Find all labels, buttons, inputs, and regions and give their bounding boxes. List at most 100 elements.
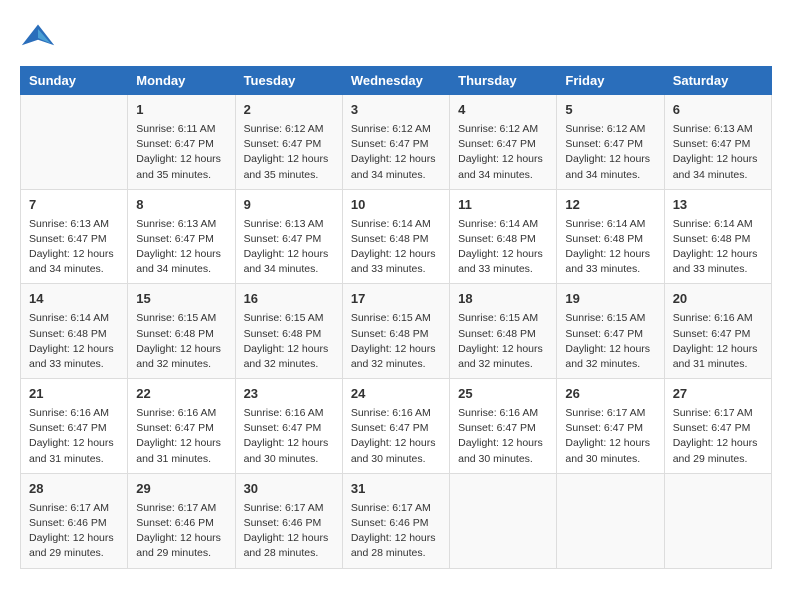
calendar-week-2: 7 Sunrise: 6:13 AM Sunset: 6:47 PM Daylig…	[21, 189, 772, 284]
day-info: Sunrise: 6:16 AM Sunset: 6:47 PM Dayligh…	[673, 311, 763, 372]
day-number: 13	[673, 196, 763, 215]
day-number: 6	[673, 101, 763, 120]
calendar-cell: 12 Sunrise: 6:14 AM Sunset: 6:48 PM Dayli…	[557, 189, 664, 284]
column-header-saturday: Saturday	[664, 67, 771, 95]
day-info: Sunrise: 6:15 AM Sunset: 6:48 PM Dayligh…	[458, 311, 548, 372]
day-number: 18	[458, 290, 548, 309]
column-header-sunday: Sunday	[21, 67, 128, 95]
day-info: Sunrise: 6:16 AM Sunset: 6:47 PM Dayligh…	[244, 406, 334, 467]
day-number: 14	[29, 290, 119, 309]
calendar-cell	[557, 473, 664, 568]
calendar-cell: 1 Sunrise: 6:11 AM Sunset: 6:47 PM Daylig…	[128, 95, 235, 190]
calendar-cell: 24 Sunrise: 6:16 AM Sunset: 6:47 PM Dayli…	[342, 379, 449, 474]
column-header-wednesday: Wednesday	[342, 67, 449, 95]
day-info: Sunrise: 6:12 AM Sunset: 6:47 PM Dayligh…	[458, 122, 548, 183]
calendar-week-3: 14 Sunrise: 6:14 AM Sunset: 6:48 PM Dayli…	[21, 284, 772, 379]
calendar-cell: 14 Sunrise: 6:14 AM Sunset: 6:48 PM Dayli…	[21, 284, 128, 379]
calendar-cell: 27Sunrise: 6:17 AM Sunset: 6:47 PM Dayli…	[664, 379, 771, 474]
day-number: 21	[29, 385, 119, 404]
calendar-cell: 6 Sunrise: 6:13 AM Sunset: 6:47 PM Daylig…	[664, 95, 771, 190]
day-number: 19	[565, 290, 655, 309]
day-info: Sunrise: 6:16 AM Sunset: 6:47 PM Dayligh…	[458, 406, 548, 467]
day-info: Sunrise: 6:16 AM Sunset: 6:47 PM Dayligh…	[136, 406, 226, 467]
calendar-cell: 4 Sunrise: 6:12 AM Sunset: 6:47 PM Daylig…	[450, 95, 557, 190]
day-number: 24	[351, 385, 441, 404]
calendar-cell: 3 Sunrise: 6:12 AM Sunset: 6:47 PM Daylig…	[342, 95, 449, 190]
day-number: 10	[351, 196, 441, 215]
calendar-cell: 21 Sunrise: 6:16 AM Sunset: 6:47 PM Dayli…	[21, 379, 128, 474]
day-info: Sunrise: 6:14 AM Sunset: 6:48 PM Dayligh…	[351, 217, 441, 278]
calendar-table: SundayMondayTuesdayWednesdayThursdayFrid…	[20, 66, 772, 569]
column-header-monday: Monday	[128, 67, 235, 95]
calendar-cell: 26 Sunrise: 6:17 AM Sunset: 6:47 PM Dayli…	[557, 379, 664, 474]
day-number: 23	[244, 385, 334, 404]
day-number: 5	[565, 101, 655, 120]
day-number: 31	[351, 480, 441, 499]
day-number: 26	[565, 385, 655, 404]
calendar-cell: 13 Sunrise: 6:14 AM Sunset: 6:48 PM Dayli…	[664, 189, 771, 284]
calendar-week-5: 28 Sunrise: 6:17 AM Sunset: 6:46 PM Dayli…	[21, 473, 772, 568]
day-number: 1	[136, 101, 226, 120]
day-number: 28	[29, 480, 119, 499]
day-info: Sunrise: 6:12 AM Sunset: 6:47 PM Dayligh…	[565, 122, 655, 183]
calendar-cell: 17 Sunrise: 6:15 AM Sunset: 6:48 PM Dayli…	[342, 284, 449, 379]
day-number: 8	[136, 196, 226, 215]
calendar-cell: 25Sunrise: 6:16 AM Sunset: 6:47 PM Dayli…	[450, 379, 557, 474]
calendar-cell: 10 Sunrise: 6:14 AM Sunset: 6:48 PM Dayli…	[342, 189, 449, 284]
day-number: 29	[136, 480, 226, 499]
day-info: Sunrise: 6:13 AM Sunset: 6:47 PM Dayligh…	[673, 122, 763, 183]
calendar-cell: 23 Sunrise: 6:16 AM Sunset: 6:47 PM Dayli…	[235, 379, 342, 474]
day-number: 27	[673, 385, 763, 404]
day-number: 9	[244, 196, 334, 215]
day-info: Sunrise: 6:14 AM Sunset: 6:48 PM Dayligh…	[29, 311, 119, 372]
column-header-tuesday: Tuesday	[235, 67, 342, 95]
day-info: Sunrise: 6:14 AM Sunset: 6:48 PM Dayligh…	[673, 217, 763, 278]
day-info: Sunrise: 6:14 AM Sunset: 6:48 PM Dayligh…	[565, 217, 655, 278]
calendar-cell: 18 Sunrise: 6:15 AM Sunset: 6:48 PM Dayli…	[450, 284, 557, 379]
day-info: Sunrise: 6:17 AM Sunset: 6:46 PM Dayligh…	[351, 501, 441, 562]
calendar-cell: 7 Sunrise: 6:13 AM Sunset: 6:47 PM Daylig…	[21, 189, 128, 284]
column-header-thursday: Thursday	[450, 67, 557, 95]
calendar-cell: 5 Sunrise: 6:12 AM Sunset: 6:47 PM Daylig…	[557, 95, 664, 190]
day-info: Sunrise: 6:16 AM Sunset: 6:47 PM Dayligh…	[351, 406, 441, 467]
day-info: Sunrise: 6:16 AM Sunset: 6:47 PM Dayligh…	[29, 406, 119, 467]
day-info: Sunrise: 6:15 AM Sunset: 6:48 PM Dayligh…	[136, 311, 226, 372]
calendar-cell	[450, 473, 557, 568]
calendar-week-4: 21 Sunrise: 6:16 AM Sunset: 6:47 PM Dayli…	[21, 379, 772, 474]
calendar-cell: 19 Sunrise: 6:15 AM Sunset: 6:47 PM Dayli…	[557, 284, 664, 379]
calendar-cell: 9 Sunrise: 6:13 AM Sunset: 6:47 PM Daylig…	[235, 189, 342, 284]
day-info: Sunrise: 6:17 AM Sunset: 6:47 PM Dayligh…	[565, 406, 655, 467]
day-number: 17	[351, 290, 441, 309]
calendar-week-1: 1 Sunrise: 6:11 AM Sunset: 6:47 PM Daylig…	[21, 95, 772, 190]
day-info: Sunrise: 6:15 AM Sunset: 6:48 PM Dayligh…	[351, 311, 441, 372]
calendar-body: 1 Sunrise: 6:11 AM Sunset: 6:47 PM Daylig…	[21, 95, 772, 569]
column-header-friday: Friday	[557, 67, 664, 95]
calendar-cell: 28Sunrise: 6:17 AM Sunset: 6:46 PM Dayli…	[21, 473, 128, 568]
day-info: Sunrise: 6:17 AM Sunset: 6:46 PM Dayligh…	[244, 501, 334, 562]
calendar-cell: 16Sunrise: 6:15 AM Sunset: 6:48 PM Dayli…	[235, 284, 342, 379]
calendar-cell	[664, 473, 771, 568]
day-info: Sunrise: 6:12 AM Sunset: 6:47 PM Dayligh…	[351, 122, 441, 183]
calendar-cell: 22 Sunrise: 6:16 AM Sunset: 6:47 PM Dayli…	[128, 379, 235, 474]
day-info: Sunrise: 6:13 AM Sunset: 6:47 PM Dayligh…	[29, 217, 119, 278]
day-info: Sunrise: 6:11 AM Sunset: 6:47 PM Dayligh…	[136, 122, 226, 183]
calendar-cell: 20Sunrise: 6:16 AM Sunset: 6:47 PM Dayli…	[664, 284, 771, 379]
day-number: 3	[351, 101, 441, 120]
day-number: 7	[29, 196, 119, 215]
day-info: Sunrise: 6:13 AM Sunset: 6:47 PM Dayligh…	[136, 217, 226, 278]
day-info: Sunrise: 6:13 AM Sunset: 6:47 PM Dayligh…	[244, 217, 334, 278]
calendar-cell: 30Sunrise: 6:17 AM Sunset: 6:46 PM Dayli…	[235, 473, 342, 568]
day-number: 22	[136, 385, 226, 404]
page-header	[20, 20, 772, 56]
calendar-cell: 29Sunrise: 6:17 AM Sunset: 6:46 PM Dayli…	[128, 473, 235, 568]
day-number: 2	[244, 101, 334, 120]
day-number: 12	[565, 196, 655, 215]
day-info: Sunrise: 6:15 AM Sunset: 6:47 PM Dayligh…	[565, 311, 655, 372]
calendar-cell: 11Sunrise: 6:14 AM Sunset: 6:48 PM Dayli…	[450, 189, 557, 284]
day-info: Sunrise: 6:12 AM Sunset: 6:47 PM Dayligh…	[244, 122, 334, 183]
logo	[20, 20, 62, 56]
day-number: 16	[244, 290, 334, 309]
day-number: 4	[458, 101, 548, 120]
calendar-cell: 2 Sunrise: 6:12 AM Sunset: 6:47 PM Daylig…	[235, 95, 342, 190]
logo-icon	[20, 20, 56, 56]
